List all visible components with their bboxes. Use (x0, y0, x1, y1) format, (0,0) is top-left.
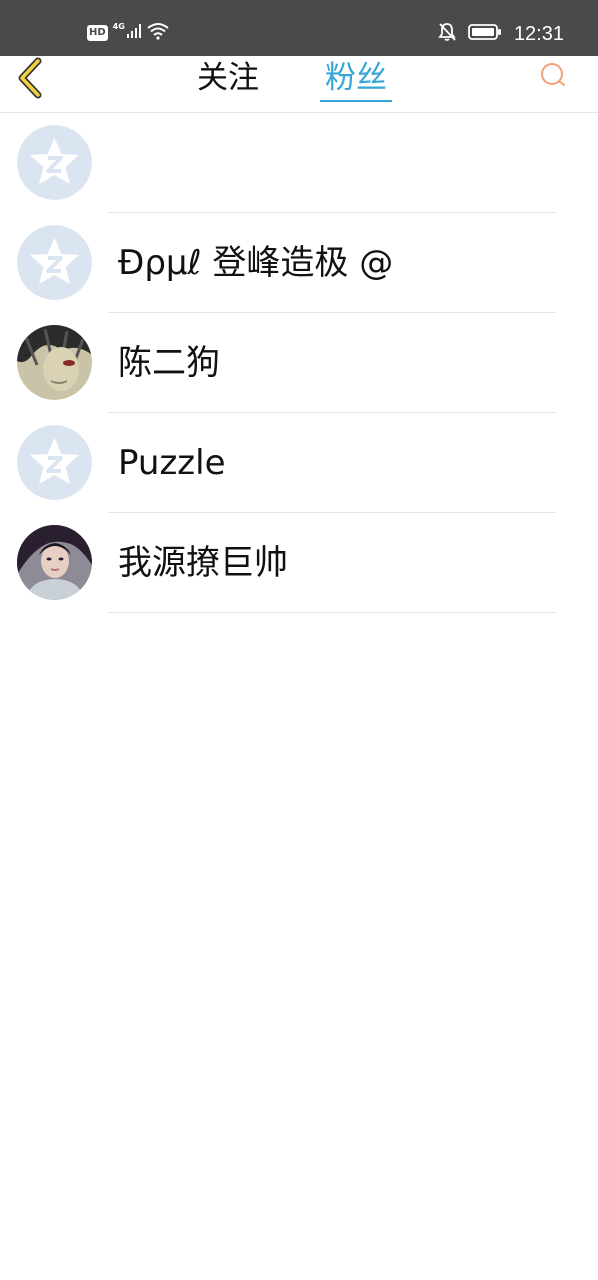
back-button[interactable] (14, 57, 48, 103)
status-right: 12:31 (438, 21, 564, 47)
nav-bar: 关注 粉丝 (0, 56, 598, 113)
status-bar: HD 4G 12:31 (0, 0, 598, 56)
list-item[interactable]: 我源撩巨帅 (0, 513, 598, 613)
search-button[interactable] (538, 62, 568, 92)
user-name: 陈二狗 (118, 343, 220, 383)
user-name: Puzzle (118, 443, 226, 483)
list-item[interactable]: Puzzle (0, 413, 598, 513)
chevron-left-icon (16, 57, 46, 103)
active-tab-underline (320, 100, 392, 102)
signal-icon (126, 23, 142, 43)
clock: 12:31 (513, 22, 564, 45)
battery-icon (468, 23, 502, 45)
user-name: 我源撩巨帅 (118, 543, 288, 583)
tab-follow-label: 关注 (197, 60, 259, 96)
photo-portrait-avatar[interactable] (17, 525, 92, 600)
list-item[interactable] (0, 113, 598, 213)
anime-portrait-avatar[interactable] (17, 325, 92, 400)
default-avatar-icon[interactable] (17, 125, 92, 200)
default-avatar-icon[interactable] (17, 425, 92, 500)
bell-muted-icon (438, 22, 456, 46)
search-icon (539, 61, 567, 93)
list-item[interactable]: 陈二狗 (0, 313, 598, 413)
network-type-label: 4G (112, 21, 125, 31)
divider (108, 612, 556, 613)
tab-fans-label: 粉丝 (325, 60, 387, 96)
wifi-icon (147, 22, 169, 44)
tab-fans[interactable]: 粉丝 (318, 56, 394, 104)
user-name: Ɖρµℓ 登峰造极 @ (118, 243, 394, 283)
status-left: HD 4G (87, 22, 169, 44)
fans-list: Ɖρµℓ 登峰造极 @ 陈二狗 Puzzle 我源撩巨帅 (0, 113, 598, 613)
list-item[interactable]: Ɖρµℓ 登峰造极 @ (0, 213, 598, 313)
hd-badge: HD (87, 25, 108, 41)
default-avatar-icon[interactable] (17, 225, 92, 300)
tab-follow[interactable]: 关注 (190, 56, 266, 104)
